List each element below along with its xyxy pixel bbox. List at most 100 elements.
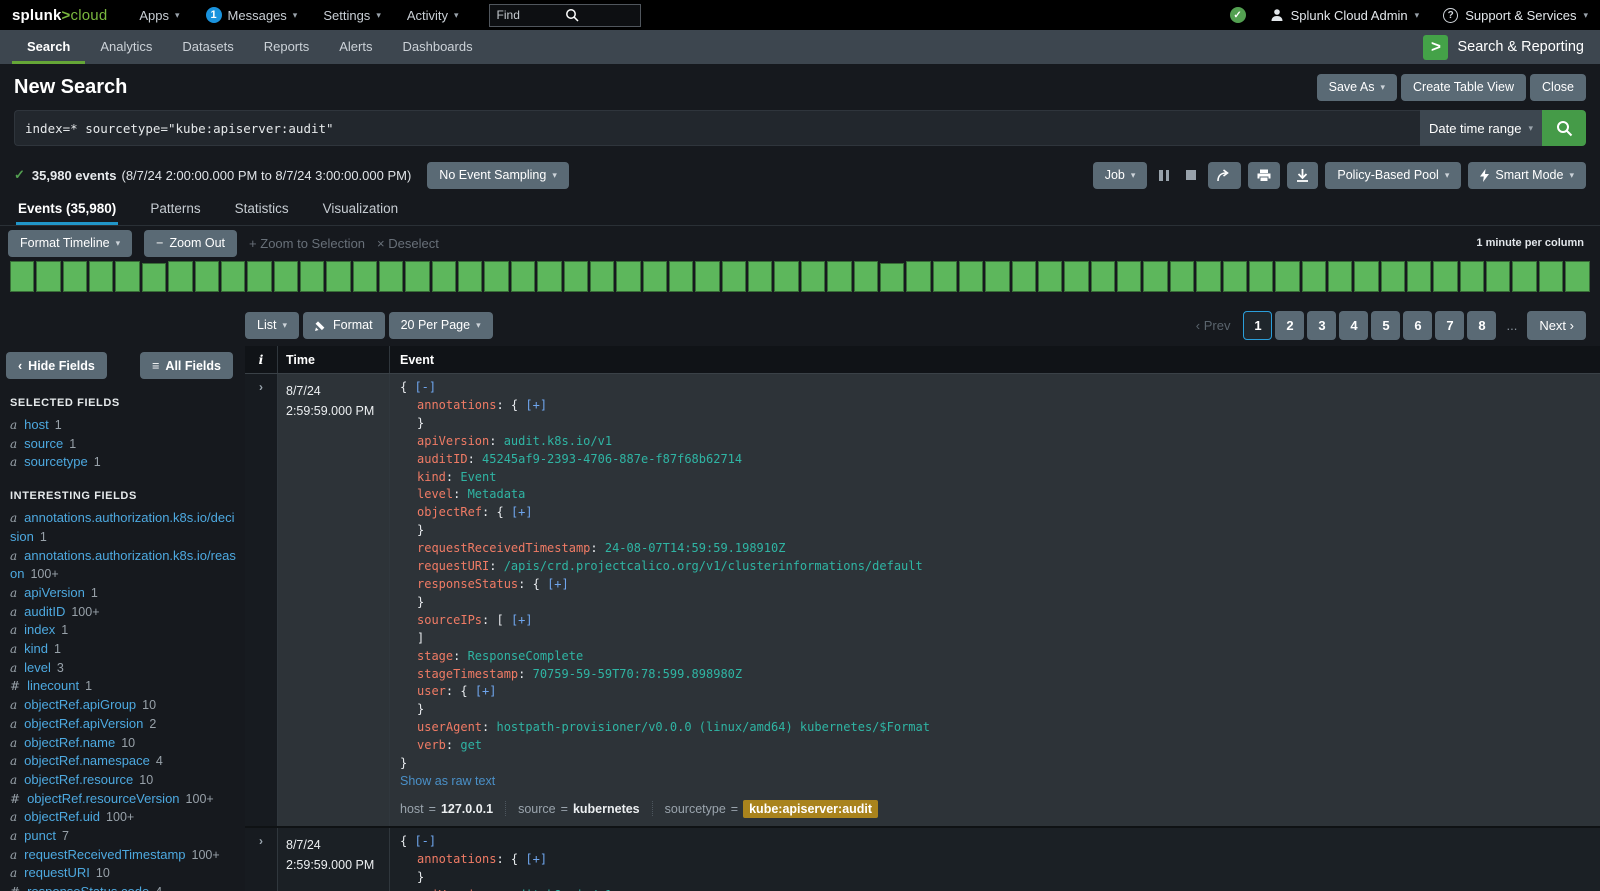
export-button[interactable] xyxy=(1287,162,1318,189)
format-results-button[interactable]: Format xyxy=(303,312,385,339)
timeline-bar-42[interactable] xyxy=(1091,261,1115,292)
interesting-field-objectRef.apiGroup[interactable]: aobjectRef.apiGroup10 xyxy=(0,696,245,715)
event-timestamp[interactable]: 8/7/242:59:59.000 PM xyxy=(278,828,390,891)
selected-field-host[interactable]: ahost1 xyxy=(0,416,245,435)
field-name-link[interactable]: objectRef.resourceVersion xyxy=(27,791,179,806)
menu-apps[interactable]: Apps▾ xyxy=(139,8,179,23)
timeline-bar-5[interactable] xyxy=(115,261,139,292)
pause-job-icon[interactable] xyxy=(1154,170,1174,181)
field-name-link[interactable]: source xyxy=(24,436,63,451)
prev-page-button[interactable]: ‹ Prev xyxy=(1196,318,1231,333)
timeline-bar-46[interactable] xyxy=(1196,261,1220,292)
interesting-field-requestReceivedTimestamp[interactable]: arequestReceivedTimestamp100+ xyxy=(0,846,245,865)
timeline-bar-60[interactable] xyxy=(1565,261,1589,292)
field-name-link[interactable]: level xyxy=(24,660,51,675)
timeline-bar-9[interactable] xyxy=(221,261,245,292)
timeline-bar-1[interactable] xyxy=(10,261,34,292)
timeline-bar-37[interactable] xyxy=(959,261,983,292)
all-fields-button[interactable]: ≡All Fields xyxy=(140,352,233,379)
interesting-field-responseStatus.code[interactable]: #responseStatus.code4 xyxy=(0,883,245,891)
deselect-button[interactable]: × Deselect xyxy=(377,236,439,251)
timeline-bar-16[interactable] xyxy=(405,261,429,292)
timeline-bar-27[interactable] xyxy=(695,261,719,292)
timeline-bar-3[interactable] xyxy=(63,261,87,292)
field-name-link[interactable]: objectRef.namespace xyxy=(24,753,150,768)
nav-dashboards[interactable]: Dashboards xyxy=(387,30,487,64)
search-query-input[interactable]: index=* sourcetype="kube:apiserver:audit… xyxy=(14,110,1420,146)
app-identity[interactable]: > Search & Reporting xyxy=(1423,30,1600,64)
timeline-bar-10[interactable] xyxy=(247,261,271,292)
interesting-field-auditID[interactable]: aauditID100+ xyxy=(0,603,245,622)
zoom-to-selection-button[interactable]: + Zoom to Selection xyxy=(249,236,365,251)
json-toggle-link[interactable]: [+] xyxy=(547,577,569,591)
tab-statistics[interactable]: Statistics xyxy=(233,194,291,225)
timeline-bar-55[interactable] xyxy=(1433,261,1457,292)
page-button-8[interactable]: 8 xyxy=(1467,311,1496,340)
json-toggle-link[interactable]: [-] xyxy=(414,834,436,848)
timeline-bar-53[interactable] xyxy=(1381,261,1405,292)
json-toggle-link[interactable]: [+] xyxy=(525,852,547,866)
print-button[interactable] xyxy=(1248,162,1280,189)
expand-event-icon[interactable]: › xyxy=(259,380,263,394)
timeline-bar-56[interactable] xyxy=(1460,261,1484,292)
next-page-button[interactable]: Next › xyxy=(1527,311,1586,340)
timeline-bar-31[interactable] xyxy=(801,261,825,292)
timeline-bar-41[interactable] xyxy=(1064,261,1088,292)
meta-field-value-sourcetype[interactable]: kube:apiserver:audit xyxy=(743,800,878,818)
field-name-link[interactable]: requestURI xyxy=(24,865,90,880)
menu-activity[interactable]: Activity▾ xyxy=(407,8,459,23)
nav-datasets[interactable]: Datasets xyxy=(167,30,248,64)
field-name-link[interactable]: requestReceivedTimestamp xyxy=(24,847,185,862)
json-toggle-link[interactable]: [+] xyxy=(475,684,497,698)
timeline-bar-50[interactable] xyxy=(1302,261,1326,292)
timeline-bar-19[interactable] xyxy=(484,261,508,292)
selected-field-source[interactable]: asource1 xyxy=(0,435,245,454)
timeline-bar-24[interactable] xyxy=(616,261,640,292)
timeline-bar-17[interactable] xyxy=(432,261,456,292)
field-name-link[interactable]: index xyxy=(24,622,55,637)
field-name-link[interactable]: apiVersion xyxy=(24,585,85,600)
timeline-bar-20[interactable] xyxy=(511,261,535,292)
timeline-bar-43[interactable] xyxy=(1117,261,1141,292)
timeline-bar-49[interactable] xyxy=(1275,261,1299,292)
page-button-7[interactable]: 7 xyxy=(1435,311,1464,340)
close-button[interactable]: Close xyxy=(1530,74,1586,101)
page-button-4[interactable]: 4 xyxy=(1339,311,1368,340)
interesting-field-objectRef.namespace[interactable]: aobjectRef.namespace4 xyxy=(0,752,245,771)
timeline-bar-57[interactable] xyxy=(1486,261,1510,292)
interesting-field-linecount[interactable]: #linecount1 xyxy=(0,677,245,696)
timeline-bar-25[interactable] xyxy=(643,261,667,292)
meta-field-value-host[interactable]: 127.0.0.1 xyxy=(441,802,493,816)
nav-search[interactable]: Search xyxy=(12,30,85,64)
timeline-bar-58[interactable] xyxy=(1512,261,1536,292)
run-search-button[interactable] xyxy=(1542,110,1586,146)
list-view-button[interactable]: List▾ xyxy=(245,312,299,339)
field-name-link[interactable]: kind xyxy=(24,641,48,656)
interesting-field-annotations.authorization.k8s.io/reason[interactable]: aannotations.authorization.k8s.io/reason… xyxy=(0,547,245,584)
timeline-bar-12[interactable] xyxy=(300,261,324,292)
timeline-bar-30[interactable] xyxy=(774,261,798,292)
timeline-bar-38[interactable] xyxy=(985,261,1009,292)
json-toggle-link[interactable]: [+] xyxy=(525,398,547,412)
time-range-picker[interactable]: Date time range▾ xyxy=(1420,110,1542,146)
tab-patterns[interactable]: Patterns xyxy=(148,194,202,225)
timeline-bar-21[interactable] xyxy=(537,261,561,292)
interesting-field-objectRef.uid[interactable]: aobjectRef.uid100+ xyxy=(0,808,245,827)
timeline-bar-28[interactable] xyxy=(722,261,746,292)
job-menu-button[interactable]: Job▾ xyxy=(1093,162,1148,189)
hide-fields-button[interactable]: ‹Hide Fields xyxy=(6,352,107,379)
timeline-bar-36[interactable] xyxy=(933,261,957,292)
show-raw-text-link[interactable]: Show as raw text xyxy=(400,773,1590,791)
field-name-link[interactable]: objectRef.uid xyxy=(24,809,100,824)
json-toggle-link[interactable]: [-] xyxy=(414,380,436,394)
splunk-cloud-logo[interactable]: splunk>cloud xyxy=(12,7,107,24)
interesting-field-objectRef.apiVersion[interactable]: aobjectRef.apiVersion2 xyxy=(0,715,245,734)
timeline-bar-26[interactable] xyxy=(669,261,693,292)
timeline-bar-2[interactable] xyxy=(36,261,60,292)
menu-settings[interactable]: Settings▾ xyxy=(323,8,381,23)
timeline-bar-22[interactable] xyxy=(564,261,588,292)
timeline-bar-13[interactable] xyxy=(326,261,350,292)
interesting-field-index[interactable]: aindex1 xyxy=(0,621,245,640)
zoom-out-button[interactable]: −Zoom Out xyxy=(144,230,237,257)
interesting-field-annotations.authorization.k8s.io/decision[interactable]: aannotations.authorization.k8s.io/decisi… xyxy=(0,509,245,546)
